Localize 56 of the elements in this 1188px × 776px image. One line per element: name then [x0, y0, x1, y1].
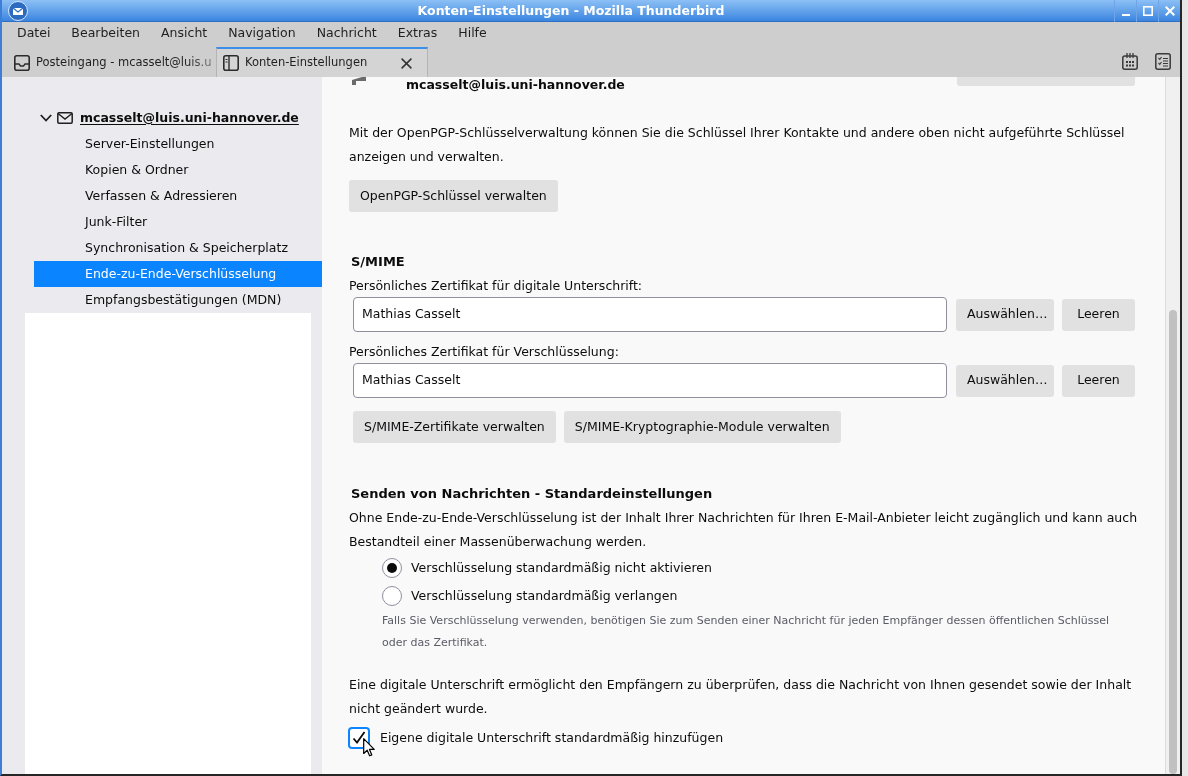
sidebar-item[interactable]: Empfangsbestätigungen (MDN): [34, 287, 322, 313]
clear-button[interactable]: Leeren: [1062, 298, 1135, 331]
description-text: Eine digitale Unterschrift ermöglicht den Empfängern zu überprüfen, dass die Nachricht von Ihnen gesendet sowie der Inhalt nicht geändert wurde.: [349, 676, 1133, 718]
field-label: Persönliches Zertifikat für digitale Unterschrift:: [349, 277, 644, 295]
description-text: Ohne Ende-zu-Ende-Verschlüsselung ist der Inhalt Ihrer Nachrichten für Ihren E-Mail-Anbieter leicht zugänglich und kann auch Bestandteil einer Massenüberwachung werden.: [349, 509, 1139, 551]
chevron-down-icon[interactable]: [40, 112, 52, 124]
manage-keys-button[interactable]: OpenPGP-Schlüssel verwalten: [349, 180, 558, 212]
window-title: Konten-Einstellungen - Mozilla Thunderbird: [416, 1, 726, 20]
close-icon: [400, 57, 412, 69]
manage-button[interactable]: S/MIME-Kryptographie-Module verwalten: [563, 411, 841, 443]
cut-off-icon: [352, 77, 366, 85]
tab[interactable]: Konten-Einstellungen: [216, 47, 428, 77]
menu-item[interactable]: Extras: [389, 23, 446, 44]
mouse-pointer-icon: [363, 738, 375, 757]
select-button[interactable]: Auswählen…: [956, 298, 1054, 331]
radio-button[interactable]: [382, 558, 402, 578]
minimize-icon: [1121, 13, 1130, 16]
account-name[interactable]: mcasselt@luis.uni-hannover.de: [80, 108, 299, 128]
inbox-tray-icon: [14, 55, 30, 71]
menu-item[interactable]: Ansicht: [153, 23, 216, 44]
menu-item[interactable]: Nachricht: [308, 23, 385, 44]
tab[interactable]: Posteingang - mcasselt@luis.u: [8, 47, 216, 77]
close-icon: [1164, 5, 1175, 16]
select-button[interactable]: Auswählen…: [956, 364, 1054, 397]
menu-item[interactable]: Bearbeiten: [63, 23, 149, 44]
menu-item[interactable]: Navigation: [220, 23, 304, 44]
hint-text: Falls Sie Verschlüsselung verwenden, benötigen Sie zum Senden einer Nachricht für jeden Empfänger dessen öffentlichen Schlüssel oder das Zertifikat.: [382, 613, 1110, 651]
sidebar-item[interactable]: Kopien & Ordner: [34, 157, 322, 183]
clear-button[interactable]: Leeren: [1062, 364, 1135, 397]
sidebar-item[interactable]: Verfassen & Adressieren: [34, 183, 322, 209]
certificate-field[interactable]: Mathias Casselt: [353, 297, 947, 332]
checklist-icon[interactable]: [1155, 52, 1171, 70]
section-heading: Senden von Nachrichten - Standardeinstellungen: [351, 485, 714, 503]
sidebar-item[interactable]: Junk-Filter: [34, 209, 322, 235]
sidebar-item[interactable]: Ende-zu-Ende-Verschlüsselung: [34, 261, 322, 287]
calendar-icon[interactable]: [1122, 52, 1138, 70]
manage-button[interactable]: S/MIME-Zertifikate verwalten: [353, 411, 556, 443]
menu-item[interactable]: Hilfe: [450, 23, 495, 44]
description-text: Mit der OpenPGP-Schlüsselverwaltung können Sie die Schlüssel Ihrer Kontakte und andere oben nicht aufgeführte Schlüssel anzeigen und verwalten.: [349, 124, 1126, 166]
maximize-icon: [1142, 5, 1153, 16]
scrollbar-thumb[interactable]: [1169, 310, 1177, 774]
field-label: Persönliches Zertifikat für Verschlüsselung:: [349, 343, 620, 361]
scrollbar-track[interactable]: [1165, 77, 1180, 774]
section-heading: S/MIME: [351, 253, 406, 271]
sidebar-item[interactable]: Server-Einstellungen: [34, 131, 322, 157]
certificate-field[interactable]: Mathias Casselt: [353, 363, 947, 398]
checkbox-label[interactable]: Eigene digitale Unterschrift standardmäßig hinzufügen: [380, 728, 724, 748]
close-tab-button[interactable]: [398, 55, 414, 71]
envelope-icon: [57, 112, 73, 124]
radio-label[interactable]: Verschlüsselung standardmäßig nicht aktivieren: [411, 558, 712, 578]
radio-button[interactable]: [382, 586, 402, 606]
menu-item[interactable]: Datei: [9, 23, 59, 44]
sidebar-layout-icon: [223, 55, 239, 71]
sidebar-item[interactable]: Synchronisation & Speicherplatz: [34, 235, 322, 261]
radio-label[interactable]: Verschlüsselung standardmäßig verlangen: [411, 586, 678, 606]
key-owner-label: mcasselt@luis.uni-hannover.de: [406, 77, 625, 93]
